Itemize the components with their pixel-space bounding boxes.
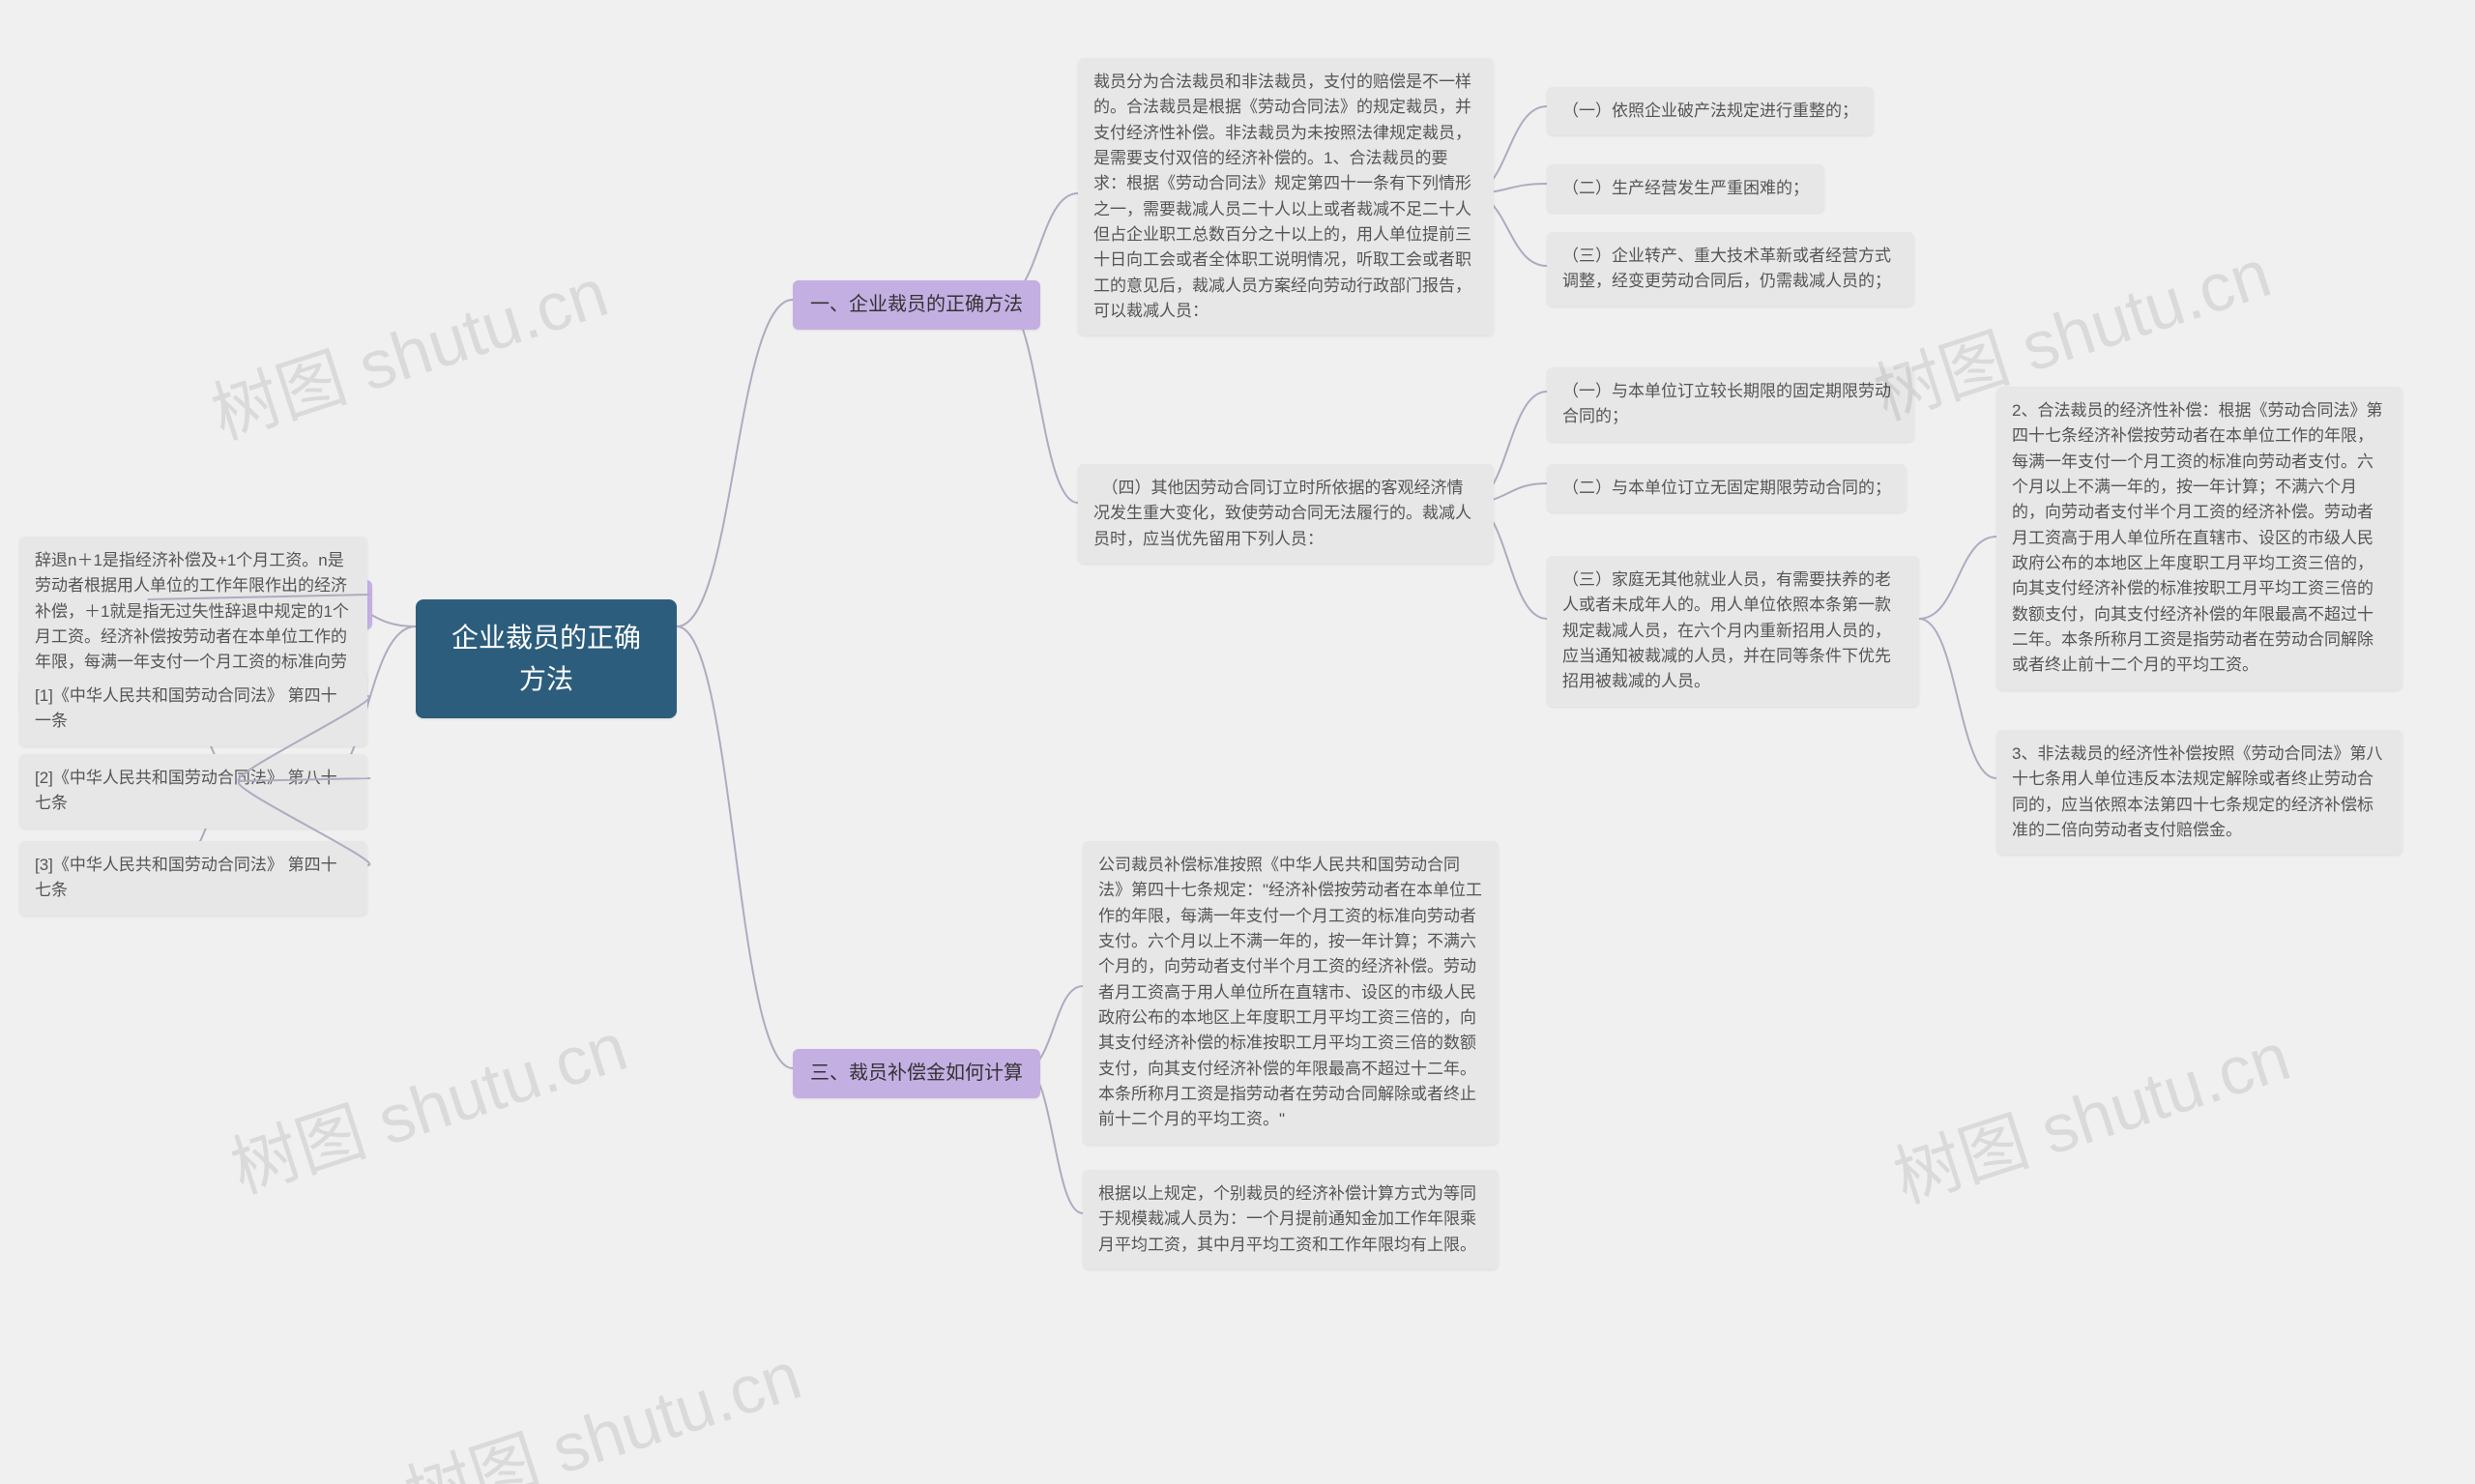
branch-1[interactable]: 一、企业裁员的正确方法 [793,280,1040,330]
leaf-b1-d3-extra1[interactable]: 2、合法裁员的经济性补偿：根据《劳动合同法》第四十七条经济补偿按劳动者在本单位工… [1996,387,2402,690]
leaf-b1-intro[interactable]: 裁员分为合法裁员和非法裁员，支付的赔偿是不一样的。合法裁员是根据《劳动合同法》的… [1078,58,1494,335]
leaf-b1-d2[interactable]: （二）与本单位订立无固定期限劳动合同的； [1547,464,1907,512]
leaf-b1-d[interactable]: （四）其他因劳动合同订立时所依据的客观经济情况发生重大变化，致使劳动合同无法履行… [1078,464,1494,564]
leaf-b1-a[interactable]: （一）依照企业破产法规定进行重整的； [1547,87,1874,135]
leaf-b1-c[interactable]: （三）企业转产、重大技术革新或者经营方式调整，经变更劳动合同后，仍需裁减人员的； [1547,232,1914,306]
branch-3[interactable]: 三、裁员补偿金如何计算 [793,1049,1040,1098]
leaf-b4-1[interactable]: [1]《中华人民共和国劳动合同法》 第四十一条 [19,672,367,746]
watermark: 树图 shutu.cn [1880,1003,2301,1222]
leaf-b3-2[interactable]: 根据以上规定，个别裁员的经济补偿计算方式为等同于规模裁减人员为：一个月提前通知金… [1083,1170,1499,1269]
leaf-b1-d3-extra2[interactable]: 3、非法裁员的经济性补偿按照《劳动合同法》第八十七条用人单位违反本法规定解除或者… [1996,730,2402,855]
leaf-b1-d1[interactable]: （一）与本单位订立较长期限的固定期限劳动合同的； [1547,367,1914,442]
leaf-b1-b[interactable]: （二）生产经营发生严重困难的； [1547,164,1824,213]
leaf-b4-3[interactable]: [3]《中华人民共和国劳动合同法》 第四十七条 [19,841,367,916]
watermark: 树图 shutu.cn [218,993,638,1212]
watermark: 树图 shutu.cn [392,1322,812,1484]
leaf-b1-d3[interactable]: （三）家庭无其他就业人员，有需要扶养的老人或者未成年人的。用人单位依照本条第一款… [1547,556,1919,707]
watermark: 树图 shutu.cn [198,239,619,458]
leaf-b4-2[interactable]: [2]《中华人民共和国劳动合同法》 第八十七条 [19,754,367,829]
root-node[interactable]: 企业裁员的正确方法 [416,599,677,718]
leaf-b3-1[interactable]: 公司裁员补偿标准按照《中华人民共和国劳动合同法》第四十七条规定："经济补偿按劳动… [1083,841,1499,1145]
